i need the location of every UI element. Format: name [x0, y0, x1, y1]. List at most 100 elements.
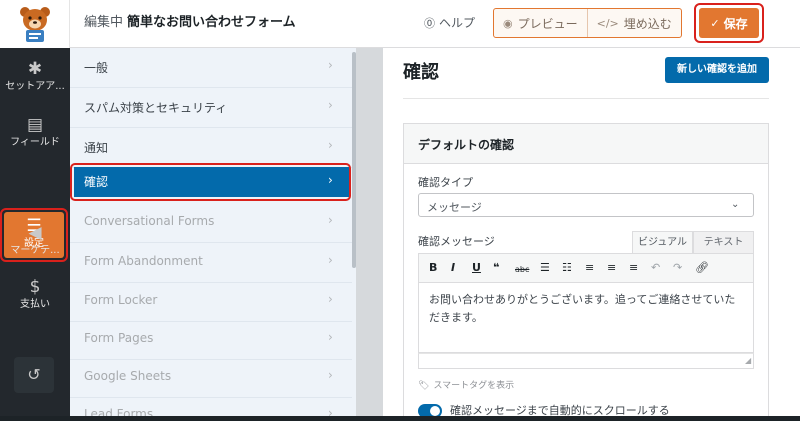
redo-icon[interactable]: ↷	[673, 260, 682, 276]
code-icon: </>	[596, 16, 619, 30]
nav-fields-label: フィールド	[10, 137, 60, 148]
settings-item-spam[interactable]: スパム対策とセキュリティ ›	[70, 88, 352, 128]
nav-setup[interactable]: ✱ セットアア...	[0, 52, 70, 104]
italic-icon[interactable]: I	[451, 260, 455, 276]
editor-resize-bar: ◢	[418, 353, 754, 369]
settings-item-label: Conversational Forms	[84, 214, 215, 228]
checkmark-icon: ✓	[710, 16, 720, 30]
bold-icon[interactable]: B	[429, 260, 437, 276]
chevron-right-icon: ›	[328, 213, 333, 227]
top-bar: 編集中 簡単なお問い合わせフォーム ⓪ ヘルプ ◉ プレビュー </> 埋め込む ✓ 保存	[0, 0, 800, 48]
settings-item-label: Form Pages	[84, 331, 154, 345]
confirmation-message-editor[interactable]: お問い合わせありがとうございます。追ってご連絡させていただきます。	[418, 283, 754, 353]
confirmations-main: 確認 新しい確認を追加 デフォルトの確認 確認タイプ メッセージ ⌄ 確認メッセ…	[383, 48, 800, 421]
align-center-icon[interactable]: ≡	[607, 260, 616, 276]
bear-logo-icon	[20, 7, 50, 42]
chevron-right-icon: ›	[328, 368, 333, 382]
settings-item-label: 確認	[84, 175, 109, 189]
help-label: ヘルプ	[439, 16, 476, 30]
editor-toolbar: B I U ❝ abc ☰ ☷ ≡ ≡ ≡ ↶ ↷ 🔗︎	[418, 253, 754, 283]
settings-item-label: Form Locker	[84, 293, 158, 307]
confirmation-type-value: メッセージ	[427, 201, 482, 214]
nav-payments-label: 支払い	[20, 299, 50, 310]
history-icon: ↺	[27, 365, 41, 384]
megaphone-icon: ◀	[28, 223, 42, 243]
chevron-right-icon: ›	[328, 173, 333, 187]
eye-icon: ◉	[503, 16, 513, 30]
settings-item-label: 一般	[84, 61, 109, 75]
embed-label: 埋め込む	[623, 16, 672, 31]
blockquote-icon[interactable]: ❝	[493, 260, 499, 276]
undo-icon[interactable]: ↶	[651, 260, 660, 276]
settings-item-confirmations[interactable]: 確認 ›	[74, 167, 349, 197]
panel-divider	[356, 48, 383, 421]
nav-fields[interactable]: ▤ フィールド	[0, 108, 70, 160]
question-circle-icon: ⓪	[424, 17, 435, 30]
settings-item-google-sheets[interactable]: Google Sheets ›	[70, 358, 352, 398]
builder-sidebar: ✱ セットアア... ▤ フィールド ☰ 設定 ◀ マーケテ... $ 支払い …	[0, 48, 70, 421]
revisions-button[interactable]: ↺	[14, 357, 54, 393]
align-left-icon[interactable]: ≡	[585, 260, 594, 276]
gear-icon: ✱	[27, 59, 43, 79]
settings-item-label: 通知	[84, 141, 109, 155]
link-icon[interactable]: 🔗︎	[695, 260, 709, 276]
preview-embed-group: ◉ プレビュー </> 埋め込む	[493, 8, 682, 38]
show-smart-tags-link[interactable]: 🏷︎ スマートタグを表示	[418, 378, 514, 391]
settings-item-general[interactable]: 一般 ›	[70, 48, 352, 88]
add-confirmation-button[interactable]: 新しい確認を追加	[665, 57, 769, 83]
settings-item-form-pages[interactable]: Form Pages ›	[70, 320, 352, 360]
wpforms-logo[interactable]	[0, 0, 70, 48]
settings-item-form-locker[interactable]: Form Locker ›	[70, 282, 352, 322]
editing-prefix: 編集中	[84, 15, 124, 30]
page-title: 確認	[403, 62, 439, 83]
editing-form-title: 編集中 簡単なお問い合わせフォーム	[84, 14, 296, 32]
bullet-list-icon[interactable]: ☰	[540, 260, 550, 276]
settings-item-label: Google Sheets	[84, 369, 172, 383]
save-label: 保存	[723, 16, 748, 31]
strikethrough-icon[interactable]: abc	[515, 262, 529, 278]
dollar-icon: $	[29, 277, 41, 297]
chevron-right-icon: ›	[328, 138, 333, 152]
taskbar-edge	[0, 416, 800, 421]
fields-icon: ▤	[26, 115, 44, 135]
chevron-down-icon: ⌄	[731, 199, 740, 210]
preview-label: プレビュー	[517, 16, 578, 31]
settings-confirmation-highlight: 確認 ›	[70, 163, 351, 201]
tag-icon: 🏷︎	[418, 381, 430, 391]
title-divider	[403, 98, 769, 99]
chevron-right-icon: ›	[328, 98, 333, 112]
chevron-right-icon: ›	[328, 330, 333, 344]
form-name: 簡単なお問い合わせフォーム	[127, 15, 296, 30]
settings-item-conversational-forms[interactable]: Conversational Forms ›	[70, 203, 352, 243]
card-header[interactable]: デフォルトの確認	[404, 124, 768, 164]
toggle-knob	[430, 406, 440, 416]
chevron-right-icon: ›	[328, 292, 333, 306]
save-button[interactable]: ✓ 保存	[699, 8, 759, 38]
align-right-icon[interactable]: ≡	[629, 260, 638, 276]
confirmation-type-label: 確認タイプ	[418, 176, 473, 189]
nav-setup-label: セットアア...	[5, 81, 65, 92]
smart-tags-label: スマートタグを表示	[433, 381, 515, 391]
settings-item-form-abandonment[interactable]: Form Abandonment ›	[70, 243, 352, 283]
settings-panel: 一般 › スパム対策とセキュリティ › 通知 › 確認 › Conversati…	[70, 48, 352, 421]
card-title: デフォルトの確認	[418, 138, 515, 152]
tab-text[interactable]: テキスト	[693, 231, 754, 253]
save-highlight: ✓ 保存	[694, 3, 764, 43]
nav-payments[interactable]: $ 支払い	[0, 270, 70, 322]
chevron-right-icon: ›	[328, 58, 333, 72]
chevron-right-icon: ›	[328, 253, 333, 267]
settings-item-notifications[interactable]: 通知 ›	[70, 128, 352, 168]
nav-marketing[interactable]: ◀ マーケテ...	[0, 216, 70, 268]
preview-button[interactable]: ◉ プレビュー	[494, 9, 587, 37]
confirmation-message-label: 確認メッセージ	[418, 235, 495, 248]
help-link[interactable]: ⓪ ヘルプ	[424, 14, 475, 33]
tab-visual[interactable]: ビジュアル	[632, 231, 693, 253]
default-confirmation-card: デフォルトの確認 確認タイプ メッセージ ⌄ 確認メッセージ ビジュアル テキス…	[403, 123, 769, 421]
embed-button[interactable]: </> 埋め込む	[586, 9, 681, 37]
nav-marketing-label: マーケテ...	[10, 245, 60, 256]
settings-item-label: スパム対策とセキュリティ	[84, 101, 228, 115]
confirmation-type-select[interactable]: メッセージ ⌄	[418, 193, 754, 217]
underline-icon[interactable]: U	[472, 260, 481, 276]
numbered-list-icon[interactable]: ☷	[562, 260, 572, 276]
resize-handle-icon[interactable]: ◢	[745, 356, 751, 365]
